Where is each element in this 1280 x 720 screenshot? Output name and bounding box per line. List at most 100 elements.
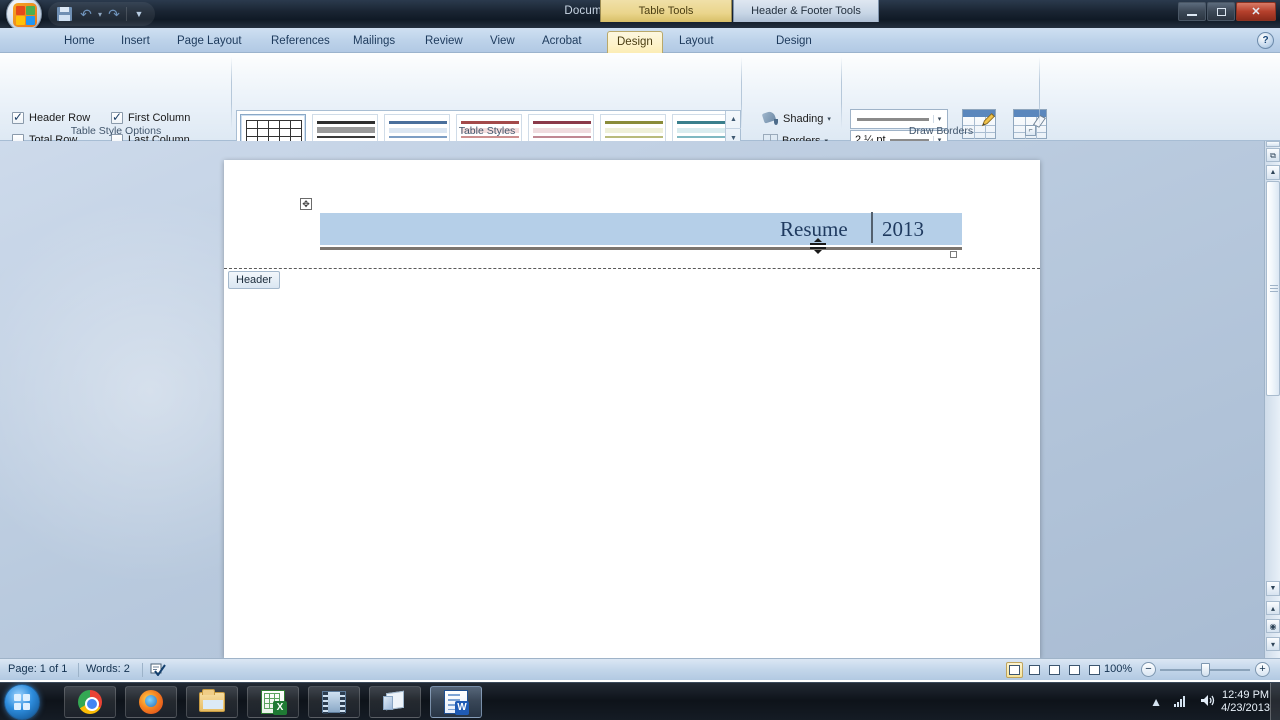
volume-icon[interactable]	[1200, 694, 1215, 710]
checkbox-header-row-box[interactable]	[12, 110, 24, 124]
table-resize-handle[interactable]	[950, 251, 957, 258]
word-application-window: ↶ ▾ ↷ ▼ Document1 - Microsoft Word Table…	[0, 0, 1280, 720]
spelling-check-icon[interactable]	[150, 662, 166, 679]
vertical-scrollbar[interactable]: ⧉ ▲ ▼ ▴ ◉ ▾	[1264, 141, 1280, 658]
zoom-level[interactable]: 100%	[1104, 663, 1132, 675]
windows-logo-icon	[14, 694, 32, 712]
snipping-icon	[383, 690, 407, 712]
clock-date: 4/23/2013	[1221, 702, 1270, 714]
tab-home[interactable]: Home	[55, 31, 104, 53]
previous-page-header-icon[interactable]: ⧉	[1266, 148, 1280, 162]
outline-icon	[1069, 665, 1080, 675]
draft-icon	[1089, 665, 1100, 675]
view-print-layout[interactable]	[1006, 662, 1023, 678]
checkbox-header-row-label: Header Row	[29, 112, 91, 124]
tab-layout[interactable]: Layout	[670, 31, 723, 53]
help-icon[interactable]: ?	[1257, 32, 1274, 49]
start-button[interactable]	[4, 684, 40, 720]
excel-icon	[261, 690, 287, 715]
contextual-tab-header-footer-tools: Header & Footer Tools	[733, 0, 879, 22]
zoom-out-button[interactable]: −	[1141, 662, 1156, 677]
draw-borders-dialog-launcher[interactable]: ⌐	[1025, 125, 1036, 136]
group-label-draw-borders: Draw Borders	[908, 125, 974, 137]
tab-review[interactable]: Review	[416, 31, 472, 53]
view-full-screen-reading[interactable]	[1026, 662, 1043, 678]
tab-page-layout[interactable]: Page Layout	[168, 31, 251, 53]
contextual-tab-table-tools: Table Tools	[600, 0, 732, 22]
shading-button[interactable]: Shading ▾	[760, 109, 834, 129]
checkbox-header-row[interactable]: Header Row	[12, 110, 91, 124]
minimize-button[interactable]	[1178, 2, 1206, 21]
zoom-in-button[interactable]: +	[1255, 662, 1270, 677]
media-icon	[322, 691, 346, 714]
page-indicator[interactable]: Page: 1 of 1	[8, 663, 67, 675]
group-table-styles: ▲ ▼ ▾ Table Styles	[232, 53, 742, 168]
office-button[interactable]	[6, 0, 42, 28]
next-object-icon[interactable]: ▾	[1266, 637, 1280, 651]
chrome-icon	[78, 690, 102, 714]
group-shading-borders: Shading ▾ Borders ▾	[742, 53, 842, 149]
checkbox-first-column-box[interactable]	[111, 110, 123, 124]
previous-object-icon[interactable]: ▴	[1266, 601, 1280, 615]
header-table-selection-band[interactable]	[320, 213, 962, 245]
select-browse-object-icon[interactable]: ◉	[1266, 619, 1280, 633]
status-divider-1	[78, 663, 79, 677]
windows-taskbar: ▲ 12:49 PM 4/23/2013	[0, 682, 1280, 720]
clock[interactable]: 12:49 PM 4/23/2013	[1221, 689, 1270, 715]
scroll-down-arrow-icon[interactable]: ▼	[1266, 581, 1280, 596]
tab-view[interactable]: View	[481, 31, 524, 53]
header-bottom-rule[interactable]	[320, 247, 962, 250]
title-bar: ↶ ▾ ↷ ▼ Document1 - Microsoft Word Table…	[0, 0, 1280, 28]
taskbar-explorer[interactable]	[186, 686, 238, 718]
show-desktop-button[interactable]	[1270, 683, 1280, 720]
zoom-slider-thumb[interactable]	[1201, 663, 1210, 677]
shading-dropdown-icon[interactable]: ▾	[827, 115, 831, 123]
group-divider-4	[1039, 57, 1040, 129]
header-cell-divider	[871, 212, 873, 243]
view-web-layout[interactable]	[1046, 662, 1063, 678]
system-tray: ▲ 12:49 PM 4/23/2013	[1144, 683, 1280, 720]
ribbon-tab-strip: Home Insert Page Layout References Maili…	[0, 28, 1280, 54]
firefox-icon	[139, 690, 163, 714]
group-draw-borders: ▾ 2 ¼ pt ▾ Pen Color ▾	[842, 53, 1047, 170]
window-controls: ✕	[1178, 2, 1276, 21]
view-draft[interactable]	[1086, 662, 1103, 678]
office-logo-icon	[13, 3, 37, 27]
taskbar-chrome[interactable]	[64, 686, 116, 718]
checkbox-first-column-label: First Column	[128, 112, 191, 124]
clock-time: 12:49 PM	[1221, 689, 1270, 701]
view-outline[interactable]	[1066, 662, 1083, 678]
word-count[interactable]: Words: 2	[86, 663, 130, 675]
show-hidden-icons-icon[interactable]: ▲	[1150, 695, 1162, 709]
scroll-up-arrow-icon[interactable]: ▲	[1266, 165, 1280, 180]
split-window-handle[interactable]	[1266, 141, 1280, 147]
folder-icon	[199, 689, 225, 712]
line-style-preview	[857, 117, 929, 121]
status-bar: Page: 1 of 1 Words: 2 100% − +	[0, 658, 1280, 680]
scrollbar-thumb[interactable]	[1266, 181, 1280, 396]
shading-icon	[761, 109, 779, 127]
tab-acrobat[interactable]: Acrobat	[533, 31, 591, 53]
checkbox-first-column[interactable]: First Column	[111, 110, 191, 124]
header-cell-year[interactable]: 2013	[882, 217, 924, 242]
close-button[interactable]: ✕	[1236, 2, 1276, 21]
taskbar-word[interactable]	[430, 686, 482, 718]
ribbon: Header Row First Column Total Row Last C…	[0, 53, 1280, 170]
tab-references[interactable]: References	[262, 31, 339, 53]
web-layout-icon	[1049, 665, 1060, 675]
tab-design-table[interactable]: Design	[607, 31, 663, 54]
tab-design-header-footer[interactable]: Design	[767, 31, 821, 53]
shading-label: Shading	[783, 113, 824, 125]
line-style-dropdown-icon[interactable]: ▾	[933, 115, 945, 123]
word-icon	[444, 690, 469, 715]
group-label-table-style-options: Table Style Options	[70, 125, 162, 137]
taskbar-excel[interactable]	[247, 686, 299, 718]
tab-insert[interactable]: Insert	[112, 31, 159, 53]
taskbar-firefox[interactable]	[125, 686, 177, 718]
taskbar-mediaplayer[interactable]	[308, 686, 360, 718]
maximize-button[interactable]	[1207, 2, 1235, 21]
taskbar-snipping[interactable]	[369, 686, 421, 718]
tab-mailings[interactable]: Mailings	[344, 31, 404, 53]
table-move-handle[interactable]: ✥	[300, 198, 312, 210]
network-signal-icon[interactable]	[1174, 695, 1188, 710]
